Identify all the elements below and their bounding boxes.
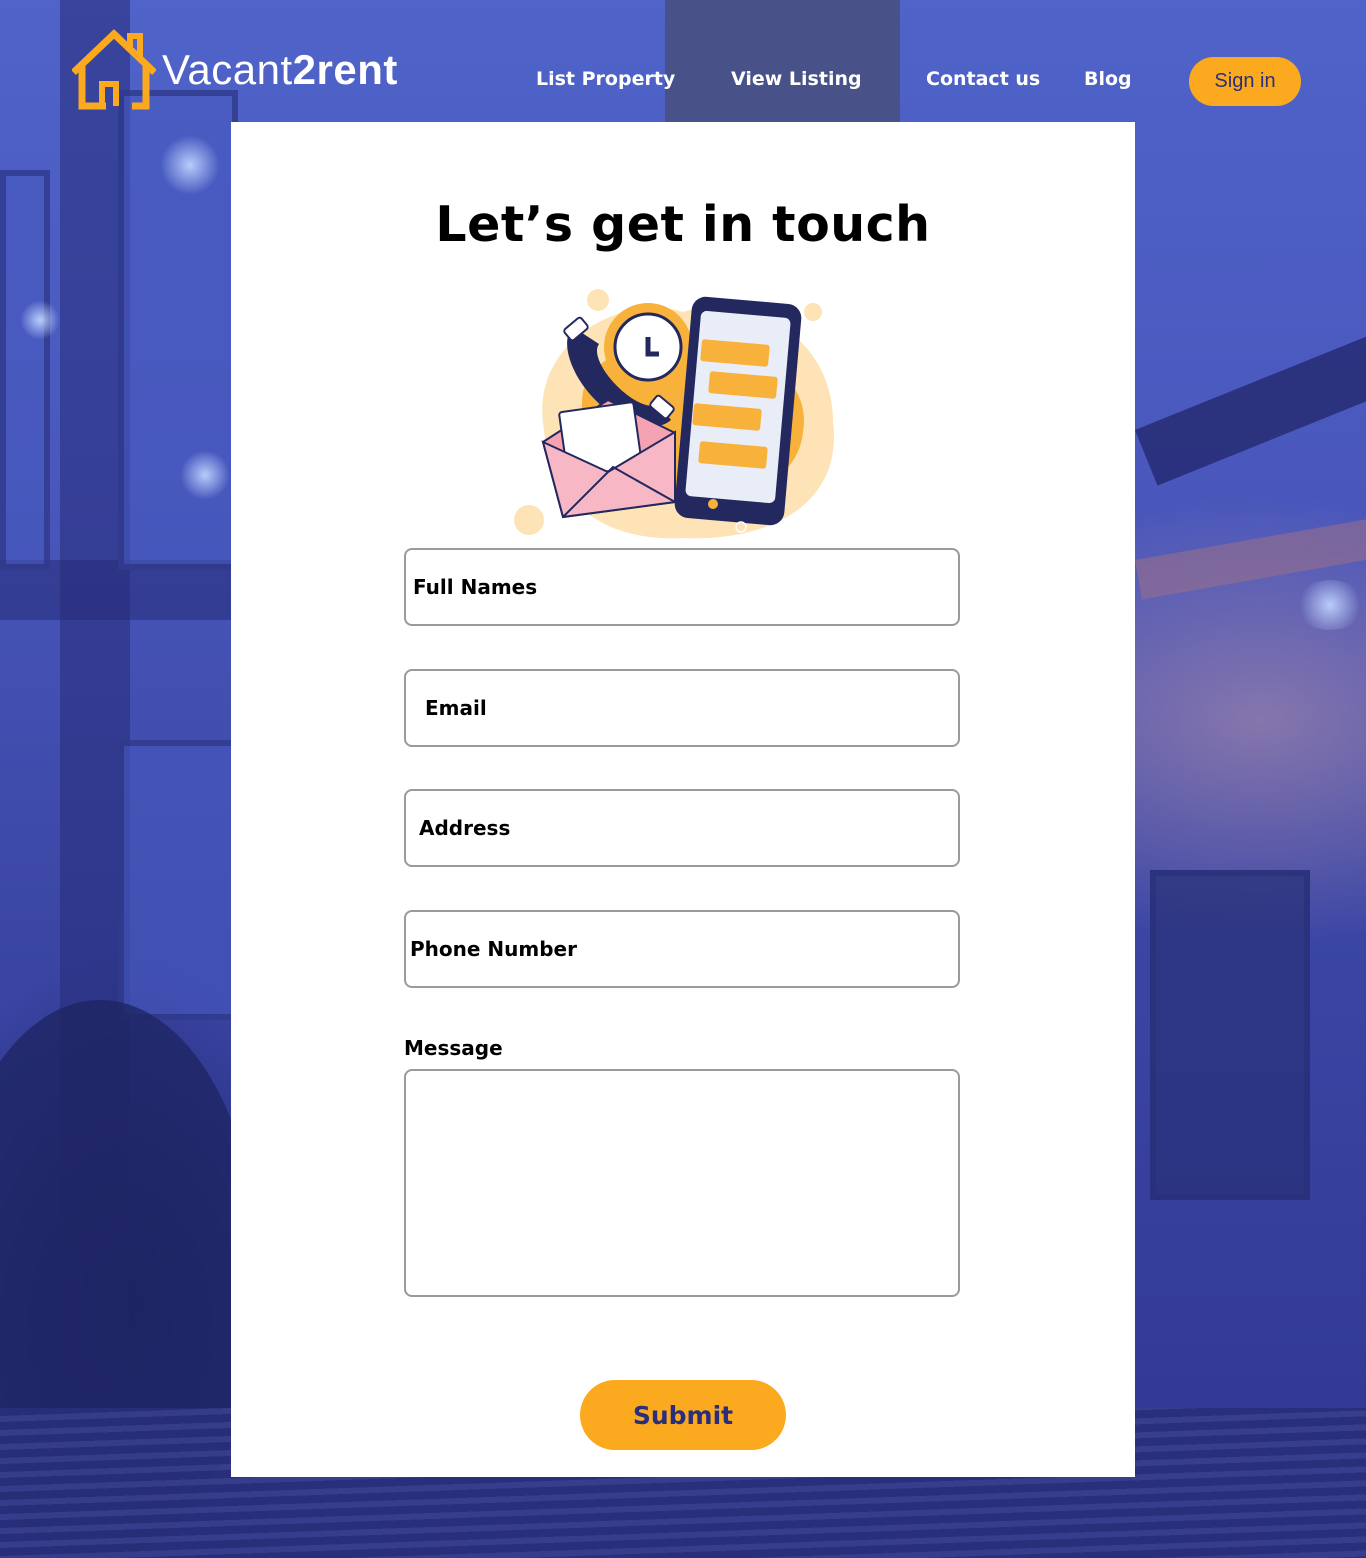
nav-contact-us[interactable]: Contact us bbox=[926, 68, 1040, 90]
contact-card: Let’s get in touch Full Names Email Addr… bbox=[231, 122, 1135, 1477]
email-field[interactable]: Email bbox=[404, 669, 960, 747]
phone-number-field[interactable]: Phone Number bbox=[404, 910, 960, 988]
nav-blog[interactable]: Blog bbox=[1084, 68, 1132, 90]
message-textarea[interactable] bbox=[404, 1069, 960, 1297]
email-placeholder: Email bbox=[425, 696, 487, 720]
brand-name: Vacant2rent bbox=[162, 46, 398, 94]
brand-name-bold: 2rent bbox=[292, 46, 398, 93]
address-placeholder: Address bbox=[419, 816, 511, 840]
house-outline-icon bbox=[72, 29, 156, 110]
phone-number-placeholder: Phone Number bbox=[410, 937, 577, 961]
page-title: Let’s get in touch bbox=[435, 196, 931, 253]
contact-communication-illustration bbox=[514, 289, 834, 539]
site-header: Vacant2rent List Property View Listing C… bbox=[0, 0, 1366, 122]
brand-logo[interactable]: Vacant2rent bbox=[72, 26, 398, 110]
sign-in-button[interactable]: Sign in bbox=[1189, 57, 1301, 106]
full-names-field[interactable]: Full Names bbox=[404, 548, 960, 626]
address-field[interactable]: Address bbox=[404, 789, 960, 867]
message-label: Message bbox=[404, 1036, 503, 1060]
nav-list-property[interactable]: List Property bbox=[536, 68, 675, 90]
brand-name-light: Vacant bbox=[162, 46, 293, 93]
nav-view-listing[interactable]: View Listing bbox=[731, 68, 862, 90]
full-names-placeholder: Full Names bbox=[413, 575, 538, 599]
submit-button[interactable]: Submit bbox=[580, 1380, 786, 1450]
